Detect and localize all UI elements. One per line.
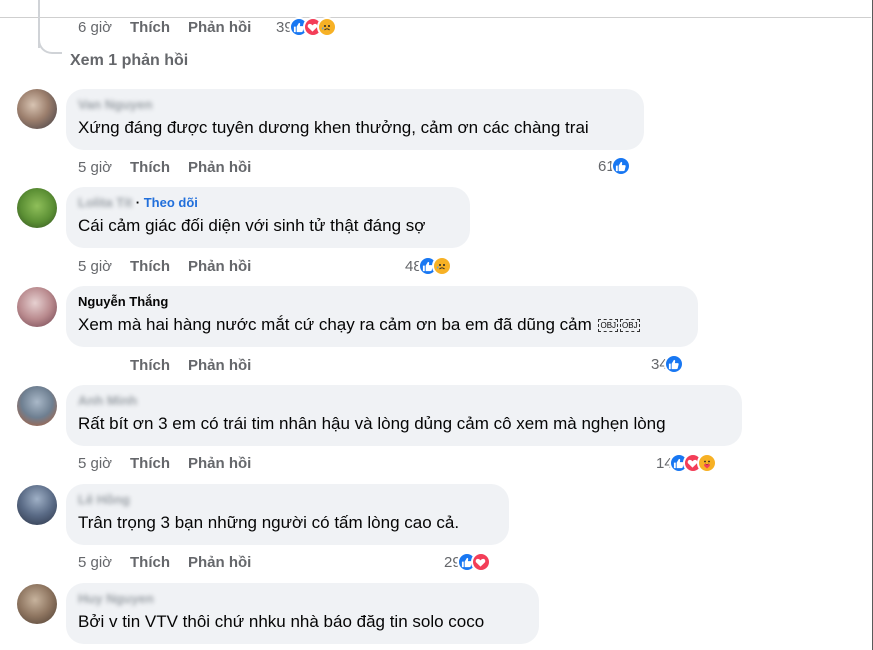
comment-text: Xứng đáng được tuyên dương khen thưởng, … (78, 118, 589, 137)
thread-connector (38, 30, 62, 54)
comment-author[interactable]: Huy Nguyen (78, 591, 527, 608)
avatar[interactable] (17, 584, 57, 624)
comment-author[interactable]: Lê Hồng (78, 492, 497, 509)
care-reaction-icon (696, 453, 717, 473)
reply-button[interactable]: Phản hồi (188, 19, 251, 36)
reply-button[interactable]: Phản hồi (188, 554, 251, 571)
comment-bubble: Lê Hồng Trân trọng 3 bạn những người có … (66, 484, 509, 545)
comment-bubble: Huy Nguyen Bởi v tin VTV thôi chứ nhku n… (66, 583, 539, 644)
reaction-summary[interactable]: 48 (405, 255, 452, 277)
comment-bubble: Anh Minh Rất bít ơn 3 em có trái tim nhâ… (66, 385, 742, 446)
reply-button[interactable]: Phản hồi (188, 258, 251, 275)
comment-time[interactable]: 6 giờ (78, 19, 130, 36)
emoji-placeholder-icon: OBJ (620, 319, 640, 333)
comment-meta: 5 giờ Thích Phản hồi (78, 157, 251, 177)
comment-time[interactable]: 5 giờ (78, 554, 130, 571)
avatar[interactable] (17, 287, 57, 327)
comment-author[interactable]: Nguyễn Thắng (78, 294, 686, 311)
comment-meta: Thích Phản hồi (130, 355, 251, 375)
follow-button[interactable]: Theo dõi (144, 195, 198, 210)
reaction-summary[interactable]: 39 (276, 16, 337, 38)
like-reaction-icon (663, 354, 684, 374)
comment-text: Bởi v tin VTV thôi chứ nhku nhà báo đăg … (78, 612, 485, 631)
comment-text: Trân trọng 3 bạn những người có tấm lòng… (78, 513, 460, 532)
reaction-summary[interactable]: 61 (598, 155, 631, 177)
comment-meta: 5 giờ Thích Phản hồi (78, 256, 251, 276)
emoji-placeholder-icon: OBJ (598, 319, 619, 333)
like-button[interactable]: Thích (130, 357, 188, 374)
like-button[interactable]: Thích (130, 159, 188, 176)
comment-text: Xem mà hai hàng nước mắt cứ chạy ra cảm … (78, 315, 640, 334)
comment-author[interactable]: Anh Minh (78, 393, 730, 410)
avatar[interactable] (17, 89, 57, 129)
comment-time[interactable]: 5 giờ (78, 258, 130, 275)
avatar[interactable] (17, 485, 57, 525)
comment-meta: 5 giờ Thích Phản hồi (78, 453, 251, 473)
comment-text: Rất bít ơn 3 em có trái tim nhân hậu và … (78, 414, 666, 433)
like-button[interactable]: Thích (130, 455, 188, 472)
comment-bubble: Van Nguyen Xứng đáng được tuyên dương kh… (66, 89, 644, 150)
comment-meta: 5 giờ Thích Phản hồi (78, 552, 251, 572)
view-replies-link[interactable]: Xem 1 phản hồi (70, 52, 188, 70)
previous-comment-meta: 6 giờ Thích Phản hồi (78, 17, 251, 37)
like-button[interactable]: Thích (130, 258, 188, 275)
comment-author[interactable]: Van Nguyen (78, 97, 632, 114)
love-reaction-icon (470, 552, 491, 572)
reply-button[interactable]: Phản hồi (188, 159, 251, 176)
comment-text: Cái cảm giác đối diện với sinh tử thật đ… (78, 216, 426, 235)
comment-author: Lolita Tít · Theo dõi (78, 195, 458, 212)
author-name[interactable]: Lolita Tít (78, 195, 132, 210)
reaction-summary[interactable]: 29 (444, 551, 491, 573)
reaction-summary[interactable]: 34 (651, 353, 684, 375)
comment-bubble: Lolita Tít · Theo dõi Cái cảm giác đối d… (66, 187, 470, 248)
sad-reaction-icon (431, 256, 452, 276)
reply-button[interactable]: Phản hồi (188, 455, 251, 472)
like-button[interactable]: Thích (130, 554, 188, 571)
sad-reaction-icon (316, 17, 337, 37)
author-separator: · (132, 195, 144, 210)
like-button[interactable]: Thích (130, 19, 188, 36)
reply-button[interactable]: Phản hồi (188, 357, 251, 374)
avatar[interactable] (17, 386, 57, 426)
comment-time[interactable]: 5 giờ (78, 159, 130, 176)
reaction-summary[interactable]: 14 (656, 452, 717, 474)
comment-bubble: Nguyễn Thắng Xem mà hai hàng nước mắt cứ… (66, 286, 698, 347)
comment-time[interactable]: 5 giờ (78, 455, 130, 472)
avatar[interactable] (17, 188, 57, 228)
like-reaction-icon (610, 156, 631, 176)
